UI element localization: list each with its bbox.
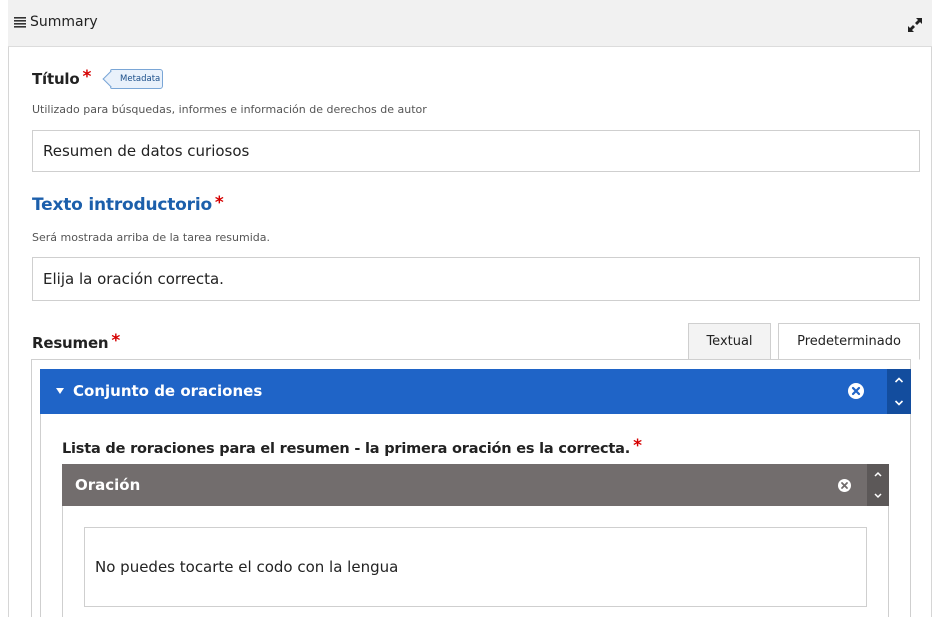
- topbar-title: Summary: [30, 14, 98, 30]
- summary-label-text: Resumen: [32, 334, 109, 352]
- required-asterisk: *: [111, 331, 121, 351]
- title-label-text: Título: [32, 70, 80, 88]
- list-icon: [14, 17, 26, 28]
- sentence-input[interactable]: No puedes tocarte el codo con la lengua: [84, 527, 867, 607]
- required-asterisk: *: [633, 436, 642, 456]
- chevron-up-icon[interactable]: [887, 369, 911, 391]
- intro-label: Texto introductorio *: [32, 193, 224, 215]
- order-buttons: [887, 369, 911, 414]
- tab-textual[interactable]: Textual: [688, 323, 771, 360]
- intro-description: Será mostrada arriba de la tarea resumid…: [32, 231, 270, 244]
- expand-icon[interactable]: [906, 16, 924, 34]
- chevron-up-icon[interactable]: [867, 464, 889, 485]
- summary-label: Resumen *: [32, 331, 121, 353]
- sentence-item-header[interactable]: Oración: [62, 464, 889, 506]
- required-asterisk: *: [82, 67, 92, 87]
- title-label: Título *: [32, 67, 92, 89]
- metadata-badge[interactable]: Metadata: [110, 69, 163, 89]
- sentence-set-header[interactable]: Conjunto de oraciones: [40, 369, 911, 414]
- intro-input[interactable]: Elija la oración correcta.: [32, 257, 920, 301]
- chevron-down-icon[interactable]: [867, 485, 889, 506]
- title-description: Utilizado para búsquedas, informes e inf…: [32, 103, 427, 116]
- summary-topbar: Summary: [8, 0, 932, 47]
- sentence-list-label: Lista de roraciones para el resumen - la…: [62, 436, 642, 458]
- required-asterisk: *: [214, 193, 224, 213]
- sentence-item-title: Oración: [75, 476, 141, 494]
- chevron-down-icon[interactable]: [887, 391, 911, 414]
- title-input[interactable]: Resumen de datos curiosos: [32, 130, 920, 172]
- sentence-set-title: Conjunto de oraciones: [73, 382, 263, 400]
- metadata-badge-label: Metadata: [120, 74, 161, 84]
- order-buttons: [867, 464, 889, 506]
- tab-predeterminado[interactable]: Predeterminado: [778, 323, 920, 360]
- remove-icon[interactable]: [837, 478, 852, 493]
- caret-down-icon[interactable]: [56, 388, 64, 394]
- intro-label-text: Texto introductorio: [32, 195, 212, 215]
- sentence-list-label-text: Lista de roraciones para el resumen - la…: [62, 441, 631, 457]
- remove-icon[interactable]: [847, 382, 865, 400]
